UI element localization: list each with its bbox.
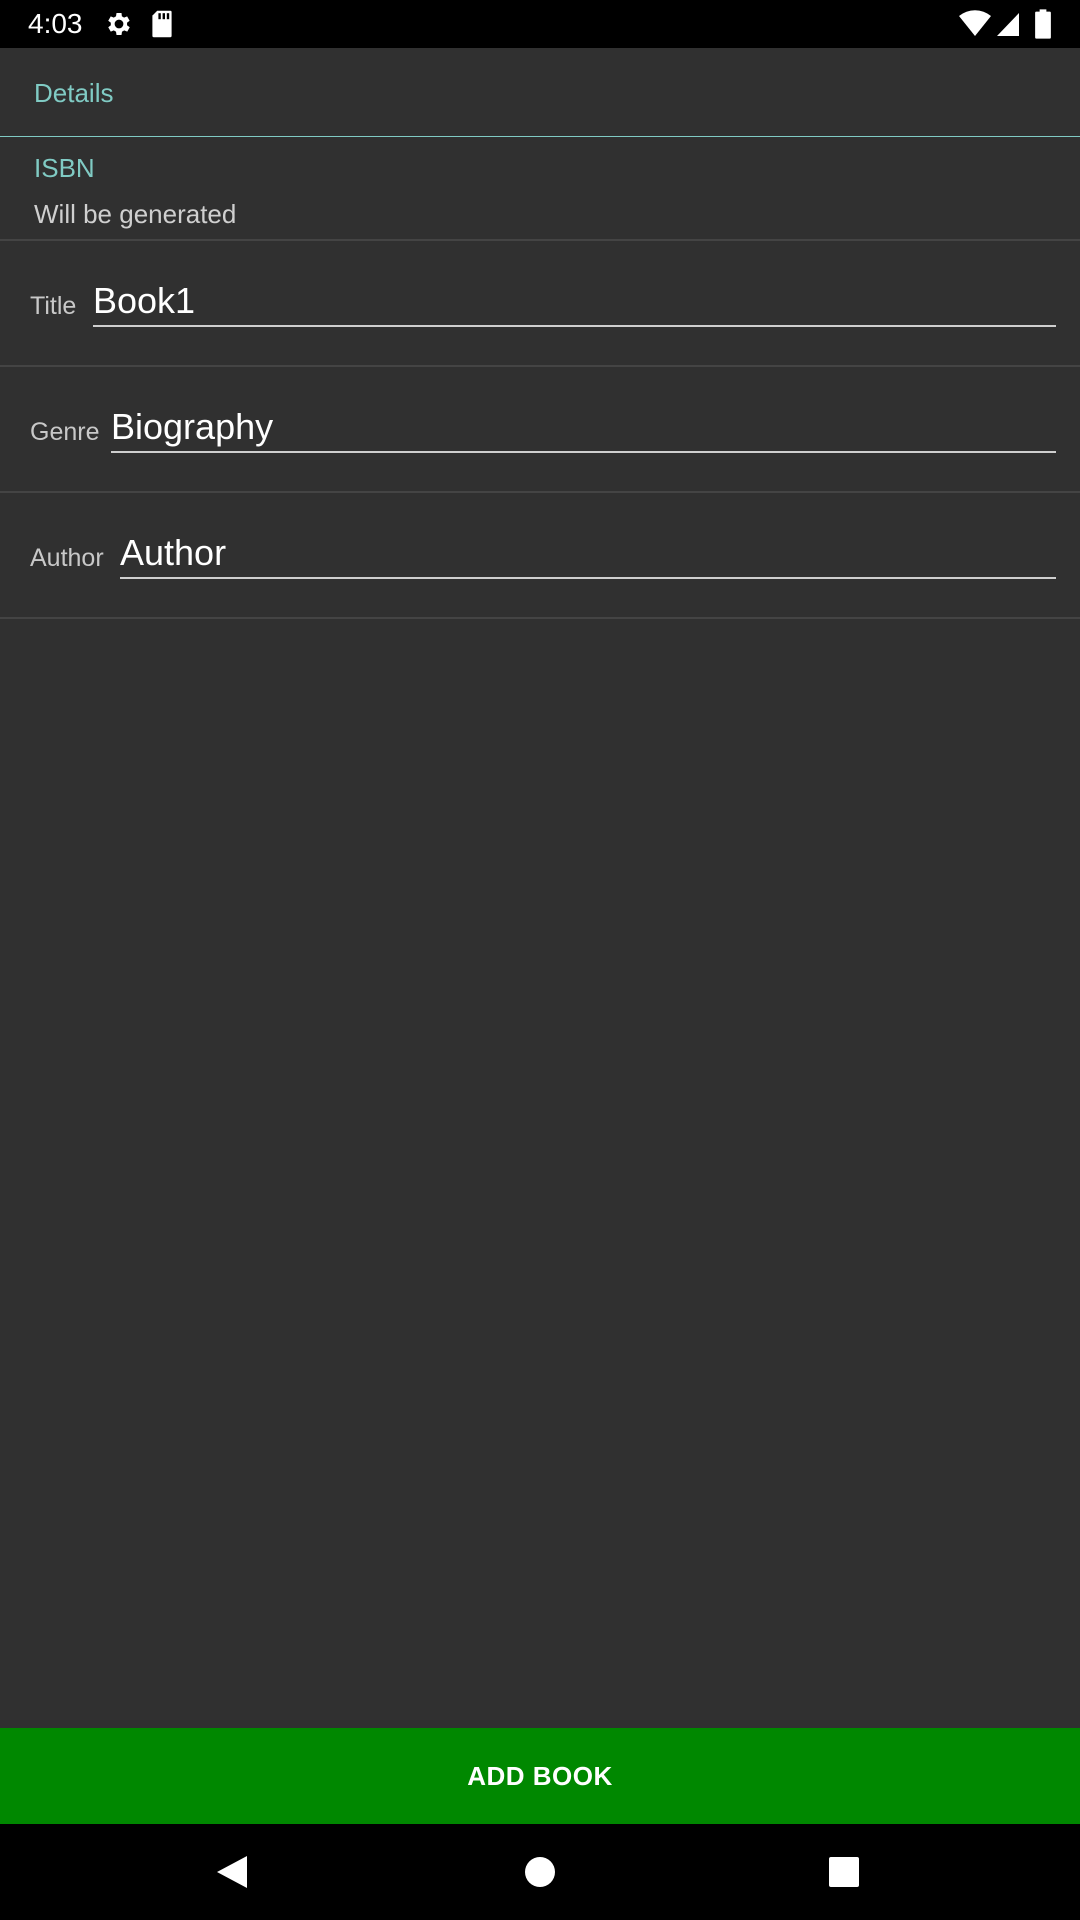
details-header: Details (0, 48, 1080, 137)
home-icon[interactable] (516, 1848, 564, 1896)
page-title: Details (34, 78, 114, 108)
author-label: Author (30, 544, 104, 572)
title-label: Title (30, 292, 77, 320)
signal-icon (996, 8, 1020, 40)
status-time: 4:03 (28, 8, 83, 39)
add-book-button[interactable]: ADD BOOK (0, 1728, 1080, 1824)
author-row: Author (0, 493, 1080, 619)
screen: 4:03 Details ISBN Will be generated Titl… (0, 0, 1080, 1920)
genre-label: Genre (30, 418, 100, 446)
author-field[interactable] (120, 529, 1056, 579)
isbn-section: ISBN Will be generated (0, 137, 1080, 241)
title-row: Title (0, 241, 1080, 367)
back-icon[interactable] (208, 1848, 256, 1896)
isbn-label: ISBN (34, 153, 95, 183)
isbn-value: Will be generated (34, 199, 237, 229)
navigation-bar (0, 1824, 1080, 1920)
gear-icon (104, 8, 134, 40)
title-field[interactable] (93, 277, 1056, 327)
genre-row: Genre (0, 367, 1080, 493)
sd-card-icon (150, 8, 174, 40)
genre-field[interactable] (111, 403, 1056, 453)
wifi-icon (958, 8, 992, 40)
battery-icon (1034, 8, 1052, 40)
status-bar: 4:03 (0, 0, 1080, 48)
recents-icon[interactable] (820, 1848, 868, 1896)
